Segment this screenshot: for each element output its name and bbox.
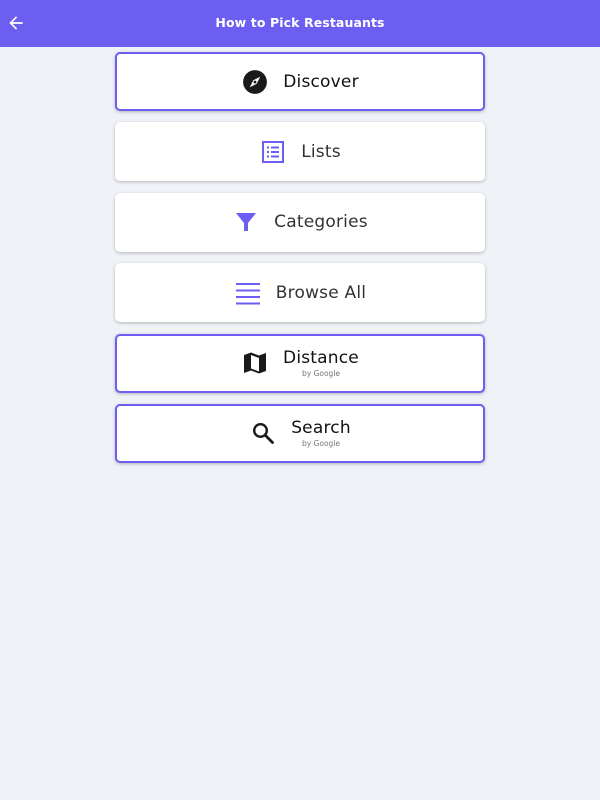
map-icon	[241, 349, 269, 377]
menu-icon	[234, 279, 262, 307]
search-button[interactable]: Search by Google	[115, 403, 485, 463]
categories-button[interactable]: Categories	[115, 192, 485, 252]
categories-label: Categories	[274, 212, 368, 233]
page-title: How to Pick Restauants	[215, 15, 385, 30]
search-label: Search	[291, 418, 351, 439]
distance-provider-note: by Google	[301, 369, 341, 379]
search-icon	[249, 419, 277, 447]
list-icon	[259, 138, 287, 166]
compass-icon	[241, 68, 269, 96]
lists-label: Lists	[301, 141, 341, 162]
lists-button[interactable]: Lists	[115, 122, 485, 182]
menu-list: Discover Lists Categories Browse All Dis…	[115, 52, 485, 474]
filter-icon	[232, 208, 260, 236]
distance-label: Distance	[283, 348, 359, 369]
search-provider-note: by Google	[301, 439, 340, 449]
app-bar: How to Pick Restauants	[0, 0, 600, 47]
discover-label: Discover	[283, 71, 359, 92]
discover-button[interactable]: Discover	[115, 52, 485, 111]
browse-all-label: Browse All	[275, 282, 367, 303]
browse-all-button[interactable]: Browse All	[115, 263, 485, 323]
distance-button[interactable]: Distance by Google	[115, 333, 485, 393]
